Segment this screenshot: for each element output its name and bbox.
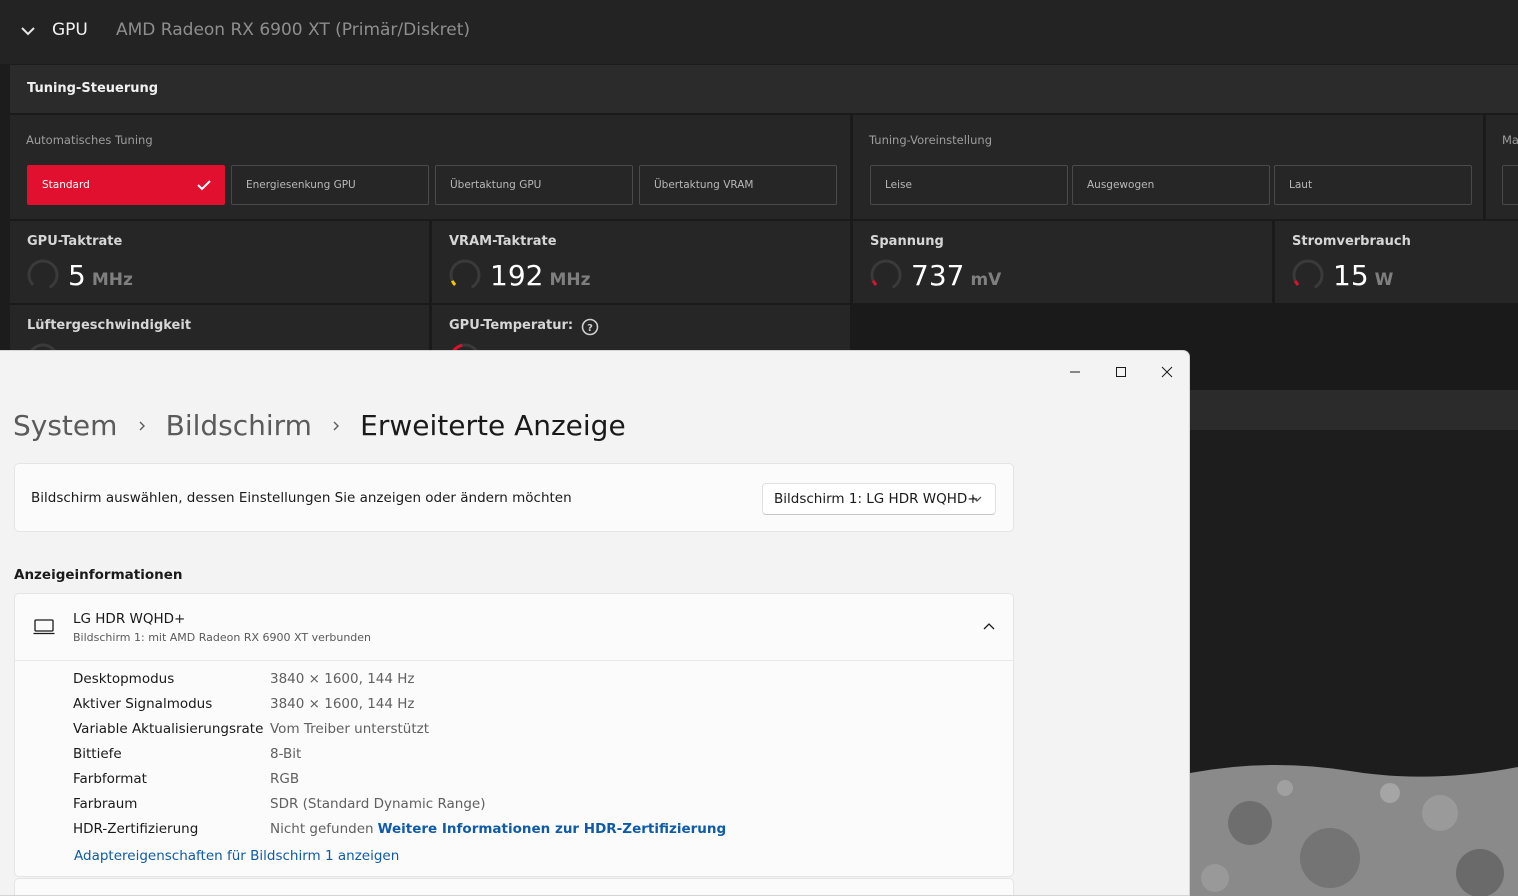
display-select-card: Bildschirm auswählen, dessen Einstellung… [14, 463, 1014, 532]
gpu-name: AMD Radeon RX 6900 XT (Primär/Diskret) [116, 20, 471, 40]
tuning-title: Tuning-Steuerung [27, 81, 159, 96]
option-label: Standard [42, 179, 90, 191]
chevron-up-icon[interactable] [983, 622, 995, 630]
metric-label: GPU-Temperatur: [449, 318, 574, 333]
metric-label: Spannung [870, 234, 944, 249]
info-row-desktop-mode: Desktopmodus 3840 × 1600, 144 Hz [73, 671, 415, 687]
metric-value: 5 MHz [68, 259, 133, 292]
tuning-option-overclock-gpu[interactable]: Übertaktung GPU [435, 165, 633, 205]
metric-power: Stromverbrauch 15 W [1275, 221, 1518, 303]
chevron-down-icon [972, 496, 982, 502]
close-button[interactable] [1144, 357, 1189, 387]
next-settings-card [14, 878, 1014, 895]
info-row-color-space: Farbraum SDR (Standard Dynamic Range) [73, 796, 486, 812]
tuning-preset-group: Tuning-Voreinstellung Leise Ausgewogen L… [853, 115, 1483, 219]
info-row-hdr-certification: HDR-Zertifizierung Nicht gefunden Weitere … [73, 821, 727, 837]
metric-voltage: Spannung 737 mV [853, 221, 1272, 303]
check-icon [197, 180, 211, 191]
metric-label: VRAM-Taktrate [449, 234, 557, 249]
section-title: Anzeigeinformationen [14, 567, 183, 583]
info-row-vrr: Variable Aktualisierungsrate Vom Treiber … [73, 721, 429, 737]
amd-content-area [1190, 431, 1518, 763]
metric-value: 192 MHz [490, 259, 591, 292]
info-row-color-format: Farbformat RGB [73, 771, 300, 787]
manual-tuning-group: Ma [1486, 115, 1518, 219]
tuning-preset-title: Tuning-Voreinstellung [869, 133, 993, 147]
manual-option[interactable] [1502, 165, 1518, 205]
preset-option-balanced[interactable]: Ausgewogen [1072, 165, 1270, 205]
display-select-label: Bildschirm auswählen, dessen Einstellung… [31, 490, 572, 506]
minimize-icon [1070, 371, 1080, 373]
option-label: Energiesenkung GPU [246, 179, 356, 191]
option-label: Leise [885, 179, 912, 191]
amd-tuning-panel: Tuning-Steuerung Automatisches Tuning St… [10, 65, 1518, 390]
gauge-icon [870, 259, 902, 291]
amd-gpu-header[interactable]: GPU AMD Radeon RX 6900 XT (Primär/Diskre… [0, 0, 1518, 64]
monitor-icon [33, 619, 55, 635]
breadcrumb: System Bildschirm Erweiterte Anzeige [13, 409, 626, 449]
chevron-right-icon [333, 421, 340, 430]
maximize-icon [1116, 367, 1126, 377]
metric-label: GPU-Taktrate [27, 234, 123, 249]
display-info-header[interactable]: LG HDR WQHD+ Bildschirm 1: mit AMD Radeo… [15, 594, 1013, 661]
metric-gpu-clock: GPU-Taktrate 5 MHz [10, 221, 429, 303]
gauge-icon [1292, 259, 1324, 291]
preset-option-loud[interactable]: Laut [1274, 165, 1472, 205]
hdr-info-link[interactable]: Weitere Informationen zur HDR-Zertifizie… [378, 821, 727, 837]
gpu-section-label: GPU [52, 20, 88, 40]
option-label: Laut [1289, 179, 1313, 191]
monitor-name: LG HDR WQHD+ [73, 611, 186, 627]
close-icon [1161, 366, 1173, 378]
gauge-icon [27, 259, 59, 291]
preset-option-quiet[interactable]: Leise [870, 165, 1068, 205]
option-label: Übertaktung GPU [450, 179, 542, 191]
info-row-signal-mode: Aktiver Signalmodus 3840 × 1600, 144 Hz [73, 696, 415, 712]
metric-label: Lüftergeschwindigkeit [27, 318, 192, 333]
chevron-down-icon[interactable] [19, 22, 37, 40]
breadcrumb-system[interactable]: System [13, 409, 117, 442]
settings-window: System Bildschirm Erweiterte Anzeige Bil… [0, 350, 1190, 896]
wallpaper-image [1190, 763, 1518, 896]
tuning-option-standard[interactable]: Standard [27, 165, 225, 205]
desktop-wallpaper [1190, 763, 1518, 896]
display-select-dropdown[interactable]: Bildschirm 1: LG HDR WQHD+ [762, 483, 996, 515]
page-title: Erweiterte Anzeige [360, 409, 626, 442]
option-label: Übertaktung VRAM [654, 179, 754, 191]
display-info-rows: Desktopmodus 3840 × 1600, 144 Hz Aktiver … [73, 671, 726, 846]
minimize-button[interactable] [1052, 357, 1098, 387]
gauge-icon [449, 259, 481, 291]
svg-text:?: ? [587, 323, 593, 334]
manual-tuning-title: Ma [1502, 133, 1518, 147]
breadcrumb-display[interactable]: Bildschirm [166, 409, 312, 442]
tuning-option-power-saving[interactable]: Energiesenkung GPU [231, 165, 429, 205]
option-label: Ausgewogen [1087, 179, 1155, 191]
display-info-card: LG HDR WQHD+ Bildschirm 1: mit AMD Radeo… [14, 593, 1014, 877]
help-icon[interactable]: ? [581, 318, 599, 336]
metric-value: 15 W [1333, 259, 1394, 292]
auto-tuning-title: Automatisches Tuning [26, 133, 153, 147]
tuning-option-overclock-vram[interactable]: Übertaktung VRAM [639, 165, 837, 205]
auto-tuning-group: Automatisches Tuning Standard Energiesen… [10, 115, 850, 219]
maximize-button[interactable] [1098, 357, 1144, 387]
chevron-right-icon [139, 421, 145, 430]
adapter-properties-link[interactable]: Adaptereigenschaften für Bildschirm 1 an… [74, 848, 399, 864]
metric-label: Stromverbrauch [1292, 234, 1411, 249]
tuning-header: Tuning-Steuerung [10, 65, 1518, 113]
dropdown-value: Bildschirm 1: LG HDR WQHD+ [774, 491, 979, 507]
amd-section-row [1190, 390, 1518, 430]
metric-vram-clock: VRAM-Taktrate 192 MHz [432, 221, 850, 303]
metric-value: 737 mV [911, 259, 1002, 292]
monitor-connection: Bildschirm 1: mit AMD Radeon RX 6900 XT … [73, 631, 372, 644]
info-row-bit-depth: Bittiefe 8-Bit [73, 746, 302, 762]
